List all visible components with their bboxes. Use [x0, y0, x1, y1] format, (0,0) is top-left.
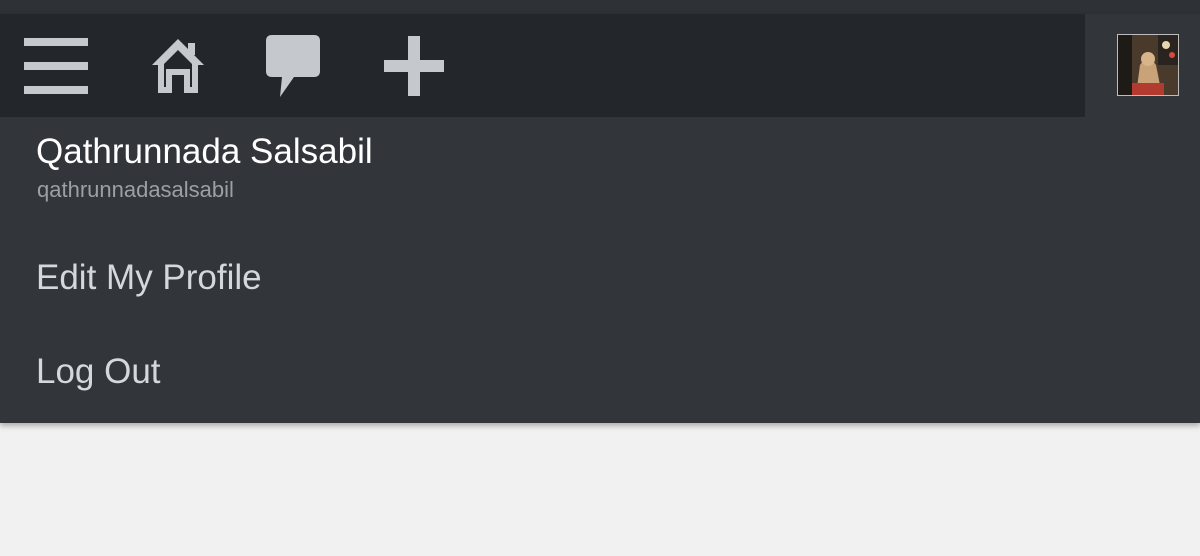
user-avatar[interactable] [1117, 34, 1179, 96]
status-strip [0, 0, 1200, 14]
plus-icon [384, 35, 444, 96]
menu-button[interactable] [16, 14, 98, 117]
menu-item-log-out[interactable]: Log Out [36, 352, 161, 392]
home-icon [152, 38, 204, 93]
user-handle: qathrunnadasalsabil [37, 177, 234, 202]
menu-icon [24, 37, 88, 94]
comment-icon [266, 34, 320, 97]
add-button[interactable] [376, 14, 452, 117]
home-button[interactable] [140, 14, 216, 117]
avatar-image [1118, 35, 1178, 95]
top-toolbar [0, 14, 1085, 117]
user-name: Qathrunnada Salsabil [36, 132, 373, 171]
messages-button[interactable] [256, 14, 330, 117]
menu-item-edit-profile[interactable]: Edit My Profile [36, 258, 262, 298]
